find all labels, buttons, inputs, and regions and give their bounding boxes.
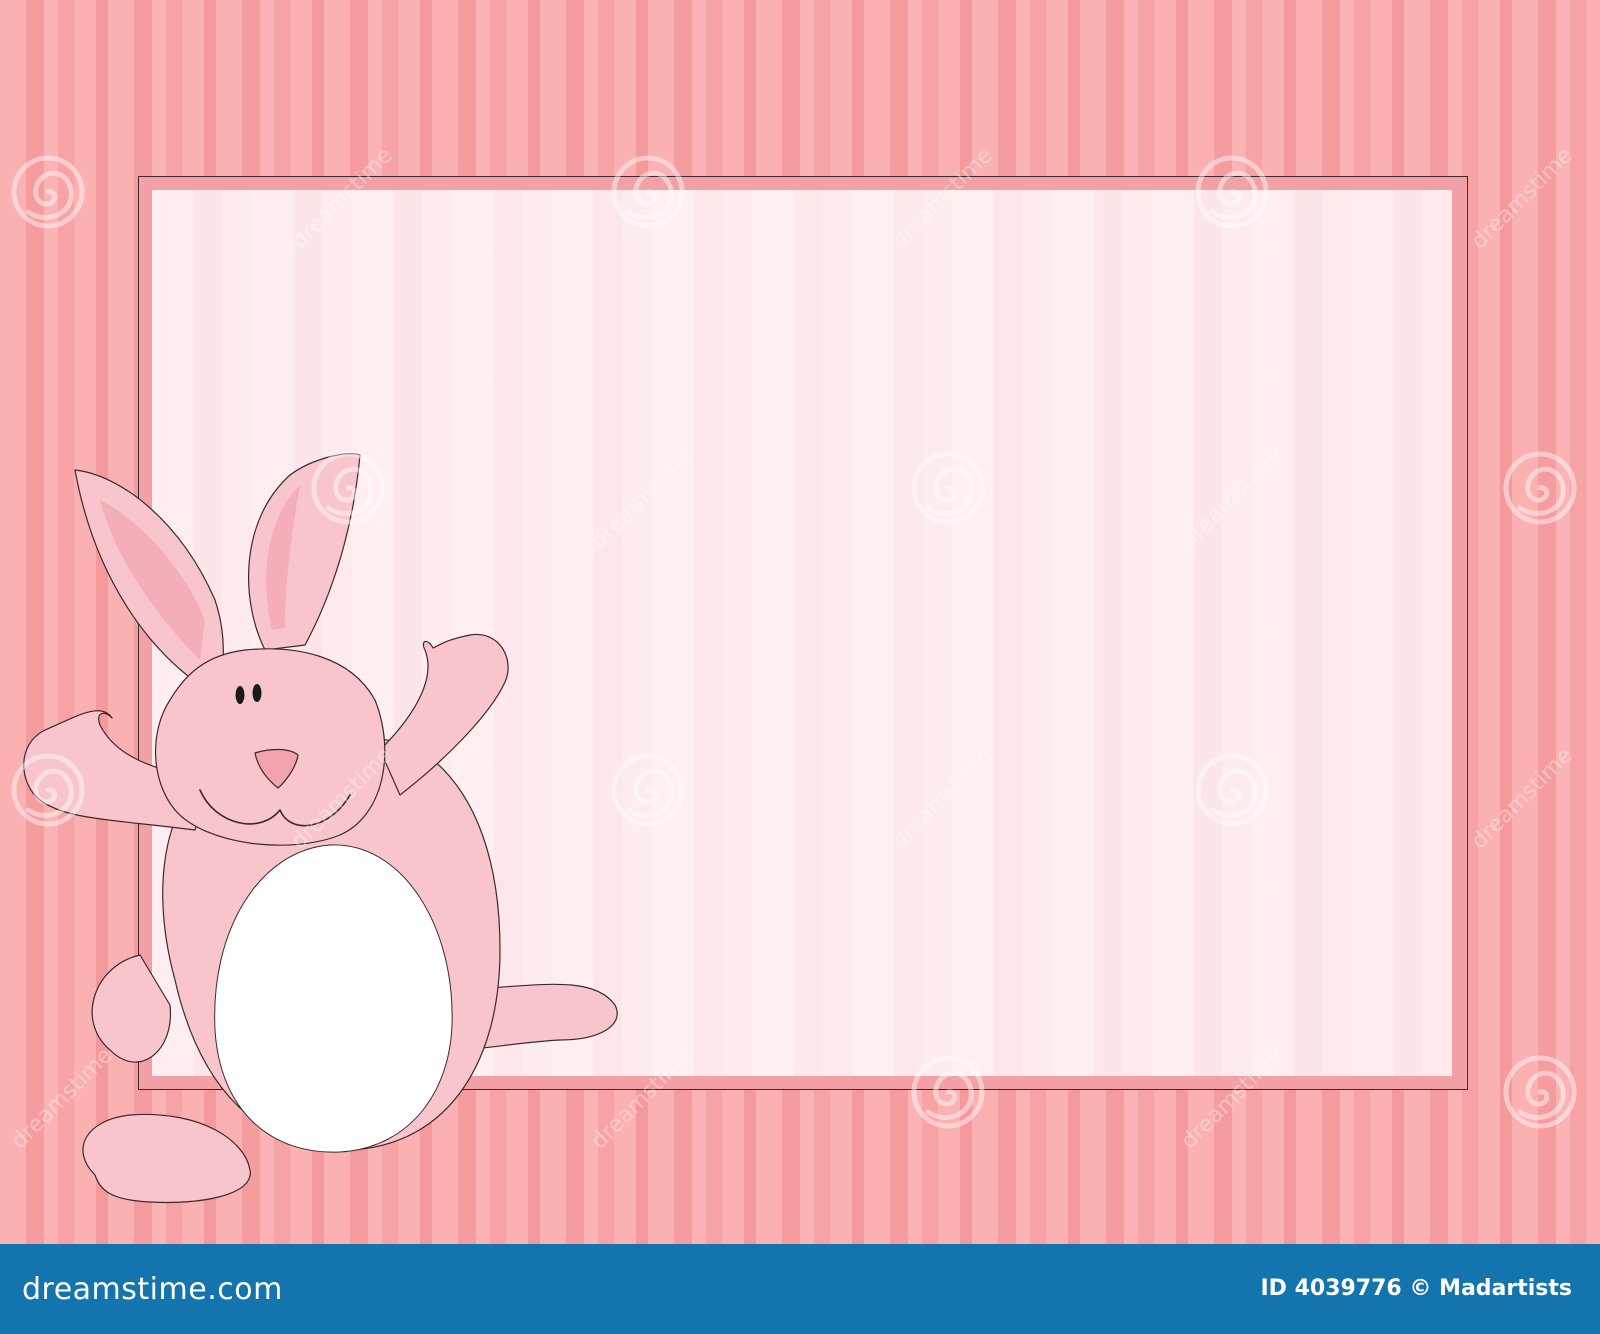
right-eye — [252, 684, 262, 702]
pink-bunny-icon — [23, 453, 618, 1204]
left-eye — [235, 686, 245, 704]
left-leg — [91, 954, 172, 1063]
stock-footer-bar: dreamstime.com ID 4039776 © Madartists — [0, 1244, 1600, 1334]
bunny-head — [155, 648, 386, 846]
dreamstime-brand-text: dreamstime.com — [22, 1272, 283, 1307]
image-credit-text: ID 4039776 © Madartists — [1260, 1276, 1572, 1301]
back-foot — [82, 1113, 251, 1204]
right-ear — [248, 453, 361, 651]
